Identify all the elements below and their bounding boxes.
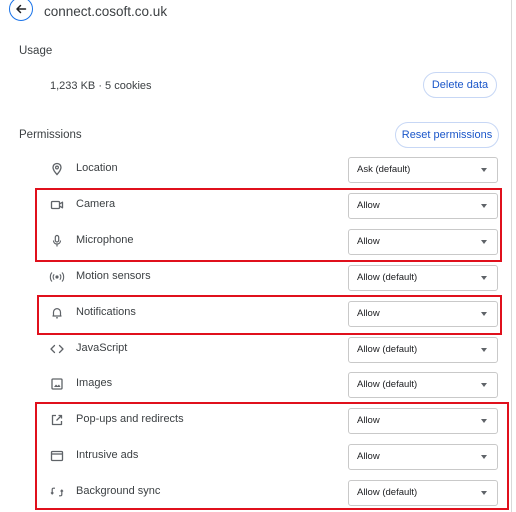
usage-heading: Usage	[19, 45, 53, 57]
location-select[interactable]: Ask (default)	[348, 157, 498, 183]
open-in-new-icon	[49, 412, 65, 428]
microphone-select[interactable]: Allow	[348, 229, 498, 255]
background-sync-select[interactable]: Allow (default)	[348, 480, 498, 506]
select-value: Ask (default)	[357, 164, 411, 175]
reset-permissions-button[interactable]: Reset permissions	[395, 122, 499, 148]
delete-data-button[interactable]: Delete data	[423, 72, 497, 98]
permission-label: Notifications	[76, 306, 136, 318]
permission-row-images: Images Allow (default)	[0, 368, 516, 400]
permission-row-background-sync: Background sync Allow (default)	[0, 476, 516, 508]
image-icon	[49, 376, 65, 392]
intrusive-ads-select[interactable]: Allow	[348, 444, 498, 470]
dropdown-arrow-icon	[481, 491, 487, 495]
select-value: Allow	[357, 451, 380, 462]
select-value: Allow (default)	[357, 272, 418, 283]
location-pin-icon	[49, 161, 65, 177]
permission-label: Images	[76, 377, 113, 389]
site-title: connect.cosoft.co.uk	[44, 4, 168, 19]
select-value: Allow	[357, 236, 380, 247]
permission-row-intrusive-ads: Intrusive ads Allow	[0, 440, 516, 472]
dropdown-arrow-icon	[481, 455, 487, 459]
permission-row-notifications: Notifications Allow	[0, 297, 516, 329]
back-button[interactable]	[9, 0, 33, 21]
javascript-select[interactable]: Allow (default)	[348, 337, 498, 363]
code-icon	[49, 341, 65, 357]
dropdown-arrow-icon	[481, 276, 487, 280]
dropdown-arrow-icon	[481, 312, 487, 316]
permission-label: JavaScript	[76, 342, 128, 354]
microphone-icon	[49, 233, 65, 249]
select-value: Allow (default)	[357, 487, 418, 498]
permission-label: Background sync	[76, 485, 161, 497]
motion-sensors-icon	[49, 269, 65, 285]
ads-window-icon	[49, 448, 65, 464]
permission-label: Intrusive ads	[76, 449, 139, 461]
select-value: Allow (default)	[357, 379, 418, 390]
dropdown-arrow-icon	[481, 419, 487, 423]
permissions-heading: Permissions	[19, 129, 82, 141]
permission-row-javascript: JavaScript Allow (default)	[0, 333, 516, 365]
dropdown-arrow-icon	[481, 240, 487, 244]
motion-sensors-select[interactable]: Allow (default)	[348, 265, 498, 291]
select-value: Allow	[357, 415, 380, 426]
permission-row-location: Location Ask (default)	[0, 153, 516, 185]
permission-label: Microphone	[76, 234, 134, 246]
camera-icon	[49, 197, 65, 213]
select-value: Allow	[357, 200, 380, 211]
permission-label: Location	[76, 162, 118, 174]
permission-label: Pop-ups and redirects	[76, 413, 184, 425]
bell-icon	[49, 305, 65, 321]
select-value: Allow	[357, 308, 380, 319]
dropdown-arrow-icon	[481, 348, 487, 352]
permission-label: Camera	[76, 198, 116, 210]
permission-row-camera: Camera Allow	[0, 189, 516, 221]
arrow-back-icon	[15, 3, 27, 15]
permission-label: Motion sensors	[76, 270, 151, 282]
notifications-select[interactable]: Allow	[348, 301, 498, 327]
camera-select[interactable]: Allow	[348, 193, 498, 219]
permission-row-popups: Pop-ups and redirects Allow	[0, 404, 516, 436]
dropdown-arrow-icon	[481, 204, 487, 208]
header-bar: connect.cosoft.co.uk	[0, 0, 516, 28]
permission-row-motion-sensors: Motion sensors Allow (default)	[0, 261, 516, 293]
dropdown-arrow-icon	[481, 383, 487, 387]
popups-select[interactable]: Allow	[348, 408, 498, 434]
sync-icon	[49, 484, 65, 500]
permission-row-microphone: Microphone Allow	[0, 225, 516, 257]
select-value: Allow (default)	[357, 344, 418, 355]
images-select[interactable]: Allow (default)	[348, 372, 498, 398]
settings-panel: connect.cosoft.co.uk Usage 1,233 KB · 5 …	[0, 0, 512, 512]
usage-summary: 1,233 KB · 5 cookies	[50, 80, 152, 92]
dropdown-arrow-icon	[481, 168, 487, 172]
